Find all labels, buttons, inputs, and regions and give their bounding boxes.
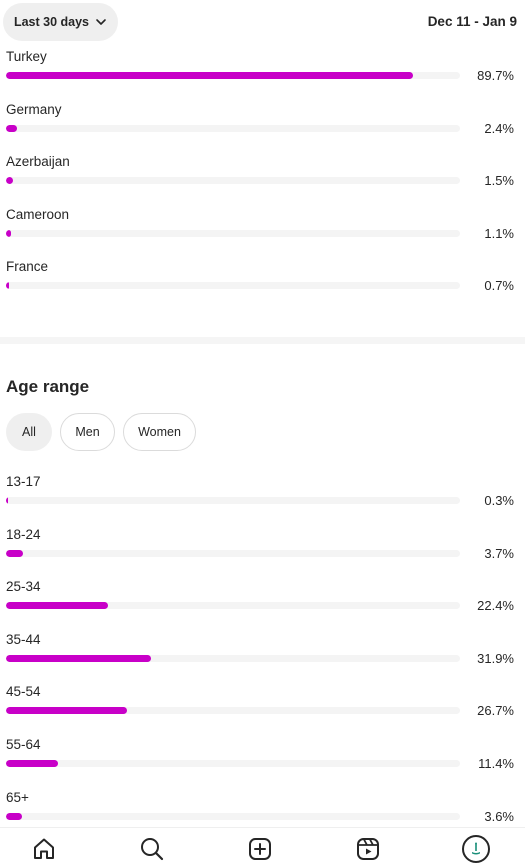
age-row: 45-54 26.7% <box>0 684 525 737</box>
country-label: France <box>6 259 49 275</box>
country-label: Turkey <box>6 49 47 64</box>
country-value: 1.5% <box>484 173 514 189</box>
age-row: 18-24 3.7% <box>0 527 525 580</box>
age-range-list: 13-17 0.3% 18-24 3.7% 25-34 22.4% 35-44 … <box>0 474 525 842</box>
reels-icon[interactable] <box>354 835 382 863</box>
gender-filter-group: All Men Women <box>6 413 196 451</box>
age-row: 35-44 31.9% <box>0 632 525 685</box>
age-value: 3.6% <box>484 808 514 824</box>
country-value: 1.1% <box>484 225 514 241</box>
country-row: Cameroon 1.1% <box>0 207 525 260</box>
filter-all-chip[interactable]: All <box>6 413 52 451</box>
bar-fill <box>6 177 13 185</box>
bar-fill <box>6 497 8 504</box>
bar-fill <box>6 229 11 237</box>
country-list: Turkey 89.7% Germany 2.4% Azerbaijan 1.5… <box>0 49 525 312</box>
date-range-selector[interactable]: Last 30 days <box>3 3 118 41</box>
country-value: 2.4% <box>484 120 514 136</box>
bar-track <box>6 654 460 662</box>
age-value: 31.9% <box>477 650 514 666</box>
profile-avatar-image <box>462 835 490 863</box>
age-value: 26.7% <box>477 703 514 719</box>
chevron-down-icon <box>95 16 107 28</box>
country-row: France 0.7% <box>0 259 525 312</box>
bar-fill <box>6 707 128 715</box>
country-label: Cameroon <box>6 206 70 222</box>
home-icon[interactable] <box>30 835 58 863</box>
bar-fill <box>6 124 17 132</box>
country-value: 0.7% <box>484 278 514 294</box>
age-label: 18-24 <box>6 526 41 542</box>
age-range-title: Age range <box>6 377 90 396</box>
filter-men-chip[interactable]: Men <box>60 413 115 451</box>
bar-track <box>6 549 460 557</box>
bar-track <box>6 602 460 610</box>
search-icon[interactable] <box>138 835 166 863</box>
bar-track <box>6 124 460 132</box>
country-row: Turkey 89.7% <box>0 49 525 102</box>
bar-fill <box>6 654 151 662</box>
bar-track <box>6 229 460 237</box>
age-row: 25-34 22.4% <box>0 579 525 632</box>
age-value: 11.4% <box>478 755 514 771</box>
filter-women-chip[interactable]: Women <box>123 413 196 451</box>
bar-track <box>6 759 460 767</box>
bar-fill <box>6 282 10 290</box>
bar-fill <box>6 602 108 610</box>
audience-insights-page: Last 30 days Dec 11 - Jan 9 Turkey 89.7%… <box>0 0 525 868</box>
bar-fill <box>6 812 23 820</box>
age-row: 13-17 0.3% <box>0 474 525 527</box>
age-value: 22.4% <box>477 598 514 614</box>
header: Last 30 days Dec 11 - Jan 9 <box>0 0 525 46</box>
age-row: 55-64 11.4% <box>0 737 525 790</box>
profile-avatar[interactable] <box>462 835 490 863</box>
bar-fill <box>6 72 414 79</box>
age-label: 65+ <box>6 789 29 805</box>
age-label: 25-34 <box>6 579 41 595</box>
bar-fill <box>6 759 58 767</box>
bar-track <box>6 707 460 715</box>
age-label: 13-17 <box>6 474 41 489</box>
create-icon[interactable] <box>246 835 274 863</box>
bottom-nav <box>0 827 525 868</box>
country-label: Germany <box>6 101 62 117</box>
age-label: 45-54 <box>6 684 41 700</box>
section-divider <box>0 337 525 344</box>
age-value: 0.3% <box>484 493 514 508</box>
country-row: Azerbaijan 1.5% <box>0 154 525 207</box>
date-range-text: Dec 11 - Jan 9 <box>427 14 517 29</box>
age-label: 55-64 <box>6 736 41 752</box>
date-range-selector-label: Last 30 days <box>13 15 90 29</box>
age-label: 35-44 <box>6 631 41 647</box>
country-label: Azerbaijan <box>6 154 70 170</box>
bar-track <box>6 282 460 290</box>
bar-track <box>6 177 460 185</box>
country-row: Germany 2.4% <box>0 102 525 155</box>
bar-track <box>6 497 460 504</box>
bar-track <box>6 72 460 79</box>
country-value: 89.7% <box>477 68 514 83</box>
bar-track <box>6 812 460 820</box>
age-value: 3.7% <box>484 545 514 561</box>
bar-fill <box>6 549 23 557</box>
